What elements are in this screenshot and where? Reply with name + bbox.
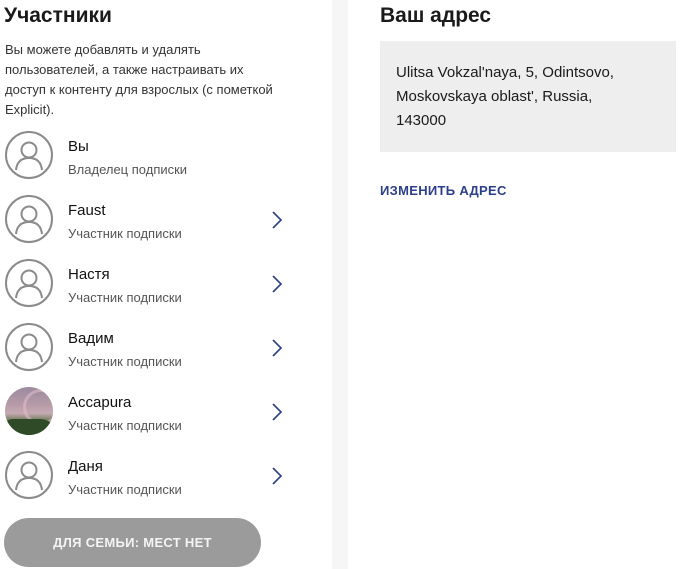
- address-line: Moskovskaya oblast', Russia,: [396, 88, 593, 105]
- chevron-right-icon[interactable]: [270, 273, 284, 295]
- member-role: Участник подписки: [68, 290, 182, 305]
- family-plan-no-slots-button[interactable]: ДЛЯ СЕМЬИ: МЕСТ НЕТ: [4, 518, 261, 567]
- member-row[interactable]: Accapura Участник подписки: [0, 383, 300, 447]
- avatar-trees: [5, 419, 53, 435]
- member-role: Участник подписки: [68, 482, 182, 497]
- member-role: Участник подписки: [68, 418, 182, 433]
- address-box: Ulitsa Vokzal'naya, 5, Odintsovo, Moskov…: [380, 41, 676, 152]
- member-name: Настя: [68, 266, 110, 283]
- member-name: Вы: [68, 138, 89, 155]
- member-role: Участник подписки: [68, 354, 182, 369]
- address-panel: Ваш адрес Ulitsa Vokzal'naya, 5, Odintso…: [348, 0, 685, 569]
- member-row[interactable]: Вадим Участник подписки: [0, 319, 300, 383]
- address-line: 143000: [396, 112, 447, 129]
- person-placeholder-icon: [5, 195, 53, 243]
- address-line: Ulitsa Vokzal'naya, 5, Odintsovo,: [396, 64, 614, 81]
- member-role: Владелец подписки: [68, 162, 188, 177]
- member-row[interactable]: Настя Участник подписки: [0, 255, 300, 319]
- person-placeholder-icon: [5, 323, 53, 371]
- avatar-photo: [5, 387, 53, 435]
- chevron-right-icon[interactable]: [270, 337, 284, 359]
- member-row[interactable]: Faust Участник подписки: [0, 191, 300, 255]
- member-name: Accapura: [68, 394, 132, 411]
- members-list: Вы Владелец подписки Faust Участник подп…: [0, 127, 332, 511]
- members-description: Вы можете добавлять и удалять пользовате…: [5, 42, 273, 117]
- address-title: Ваш адрес: [380, 4, 492, 27]
- member-name: Faust: [68, 202, 106, 219]
- panel-divider: [332, 0, 348, 569]
- member-name: Даня: [68, 458, 103, 475]
- change-address-link[interactable]: ИЗМЕНИТЬ АДРЕС: [380, 183, 507, 198]
- member-row[interactable]: Даня Участник подписки: [0, 447, 300, 511]
- chevron-right-icon[interactable]: [270, 465, 284, 487]
- chevron-right-icon[interactable]: [270, 209, 284, 231]
- person-placeholder-icon: [5, 451, 53, 499]
- member-row-owner: Вы Владелец подписки: [0, 127, 300, 191]
- chevron-right-icon[interactable]: [270, 401, 284, 423]
- person-placeholder-icon: [5, 131, 53, 179]
- member-name: Вадим: [68, 330, 114, 347]
- members-title: Участники: [4, 4, 112, 27]
- person-placeholder-icon: [5, 259, 53, 307]
- members-panel: Участники Вы можете добавлять и удалять …: [0, 0, 332, 569]
- member-role: Участник подписки: [68, 226, 182, 241]
